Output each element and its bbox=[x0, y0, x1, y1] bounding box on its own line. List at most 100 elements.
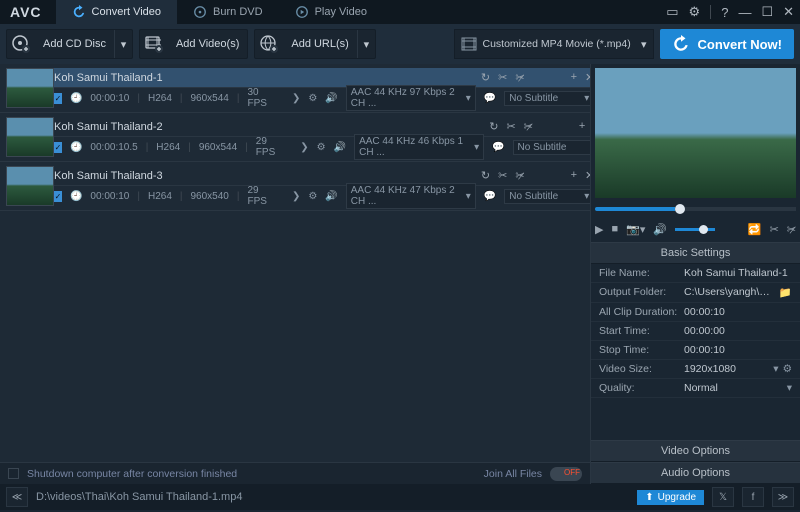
video-options-button[interactable]: Video Options bbox=[591, 440, 800, 462]
item-title: Koh Samui Thailand-2 bbox=[54, 121, 481, 133]
video-list: Koh Samui Thailand-1 ↻ ✂ ✂̷ + ✕ ✓ 🕘 bbox=[0, 64, 590, 484]
tune-icon[interactable]: ⚙ bbox=[308, 93, 317, 104]
basic-settings: File Name:Koh Samui Thailand-1 Output Fo… bbox=[591, 264, 800, 398]
upgrade-button[interactable]: ⬆Upgrade bbox=[637, 490, 704, 505]
expand-icon[interactable]: ❯ bbox=[292, 191, 300, 202]
add-urls-button[interactable]: Add URL(s) ▾ bbox=[254, 29, 375, 59]
cut-icon[interactable]: ✂ bbox=[506, 120, 515, 133]
stop-time-field[interactable]: 00:00:10 bbox=[684, 344, 792, 356]
chevron-down-icon[interactable]: ▾ bbox=[787, 382, 792, 394]
menu-icon[interactable]: ▭ bbox=[666, 4, 678, 20]
cut-icon[interactable]: ✂ bbox=[498, 169, 507, 182]
subtitle-select[interactable]: No Subtitle▾ bbox=[504, 189, 590, 204]
effects-icon[interactable]: ✂̷ bbox=[524, 120, 533, 133]
app-logo: AVC bbox=[10, 4, 42, 20]
disc-icon bbox=[193, 5, 207, 19]
cut-icon[interactable]: ✂ bbox=[498, 71, 507, 84]
list-item[interactable]: Koh Samui Thailand-2 ↻ ✂ ✂̷ + ✕ ✓ 🕘 bbox=[0, 113, 590, 162]
chevron-down-icon[interactable]: ▾ bbox=[773, 363, 778, 375]
snapshot-icon[interactable]: 📷▾ bbox=[626, 223, 645, 236]
tune-icon[interactable]: ⚙ bbox=[317, 142, 326, 153]
output-folder-field[interactable]: C:\Users\yangh\Videos... bbox=[684, 286, 775, 299]
thumbnail bbox=[6, 166, 54, 206]
loop-icon[interactable]: ↻ bbox=[481, 169, 490, 182]
add-icon[interactable]: + bbox=[571, 169, 577, 182]
checkbox[interactable]: ✓ bbox=[54, 191, 62, 202]
tab-label: Play Video bbox=[315, 6, 367, 18]
stop-icon[interactable]: ■ bbox=[611, 223, 618, 235]
volume-slider[interactable] bbox=[675, 228, 715, 231]
list-item[interactable]: Koh Samui Thailand-3 ↻ ✂ ✂̷ + ✕ ✓ 🕘 bbox=[0, 162, 590, 211]
effects-icon[interactable]: ✂̷ bbox=[515, 71, 524, 84]
checkbox[interactable]: ✓ bbox=[54, 142, 62, 153]
loop-icon[interactable]: 🔁 bbox=[748, 223, 762, 236]
main-tabs: Convert Video Burn DVD Play Video bbox=[56, 0, 667, 24]
loop-icon[interactable]: ↻ bbox=[489, 120, 498, 133]
tab-convert-video[interactable]: Convert Video bbox=[56, 0, 178, 24]
button-label: Add Video(s) bbox=[168, 38, 247, 50]
twitter-icon[interactable]: 𝕏 bbox=[712, 487, 734, 507]
audio-track-select[interactable]: AAC 44 KHz 46 Kbps 1 CH ...▾ bbox=[354, 134, 484, 160]
volume-icon[interactable]: 🔊 bbox=[653, 223, 667, 236]
duration: 00:00:10.5 bbox=[90, 142, 137, 153]
video-size-select[interactable]: 1920x1080 bbox=[684, 363, 769, 375]
expand-icon[interactable]: ❯ bbox=[300, 142, 308, 153]
help-icon[interactable]: ? bbox=[721, 5, 728, 20]
minimize-icon[interactable]: — bbox=[738, 5, 751, 20]
video-codec: H264 bbox=[156, 142, 180, 153]
trim-icon[interactable]: ✂̷ bbox=[787, 223, 796, 236]
subtitle-select[interactable]: No Subtitle▾ bbox=[513, 140, 590, 155]
prev-button[interactable]: ≪ bbox=[6, 487, 28, 507]
cut-icon[interactable]: ✂ bbox=[770, 223, 779, 236]
settings-icon[interactable]: ⚙ bbox=[689, 4, 701, 20]
add-videos-button[interactable]: Add Video(s) bbox=[139, 29, 248, 59]
add-icon[interactable]: + bbox=[571, 71, 577, 84]
globe-plus-icon bbox=[255, 34, 283, 54]
main-toolbar: Add CD Disc ▾ Add Video(s) Add URL(s) ▾ … bbox=[0, 24, 800, 64]
join-files-label: Join All Files bbox=[484, 468, 542, 480]
audio-track-select[interactable]: AAC 44 KHz 97 Kbps 2 CH ...▾ bbox=[346, 85, 476, 111]
tune-icon[interactable]: ⚙ bbox=[308, 191, 317, 202]
add-cd-disc-button[interactable]: Add CD Disc ▾ bbox=[6, 29, 133, 59]
audio-track-select[interactable]: AAC 44 KHz 47 Kbps 2 CH ...▾ bbox=[346, 183, 476, 209]
chevron-down-icon[interactable]: ▾ bbox=[357, 30, 375, 58]
convert-now-button[interactable]: Convert Now! bbox=[660, 29, 795, 59]
preview-image bbox=[595, 68, 796, 198]
list-item[interactable]: Koh Samui Thailand-1 ↻ ✂ ✂̷ + ✕ ✓ 🕘 bbox=[0, 64, 590, 113]
output-profile-select[interactable]: Customized MP4 Movie (*.mp4) ▾ bbox=[454, 29, 654, 59]
file-name-field[interactable]: Koh Samui Thailand-1 bbox=[684, 267, 792, 279]
facebook-icon[interactable]: f bbox=[742, 487, 764, 507]
maximize-icon[interactable]: ☐ bbox=[761, 4, 773, 20]
seek-bar[interactable] bbox=[595, 202, 796, 216]
subtitle-select[interactable]: No Subtitle▾ bbox=[504, 91, 590, 106]
thumbnail bbox=[6, 68, 54, 108]
refresh-icon bbox=[672, 35, 690, 53]
expand-icon[interactable]: ❯ bbox=[292, 93, 300, 104]
video-res: 960x544 bbox=[190, 93, 228, 104]
quality-select[interactable]: Normal bbox=[684, 382, 783, 394]
chevron-down-icon[interactable]: ▾ bbox=[114, 30, 132, 58]
tab-play-video[interactable]: Play Video bbox=[279, 0, 383, 24]
checkbox[interactable]: ✓ bbox=[54, 93, 62, 104]
video-fps: 29 FPS bbox=[256, 136, 280, 158]
button-label: Add CD Disc bbox=[35, 38, 114, 50]
prop-key: Output Folder: bbox=[599, 286, 684, 299]
close-icon[interactable]: ✕ bbox=[783, 4, 794, 20]
shutdown-checkbox[interactable] bbox=[8, 468, 19, 479]
add-icon[interactable]: + bbox=[579, 120, 585, 133]
play-icon[interactable]: ▶ bbox=[595, 223, 603, 236]
player-controls: ▶ ■ 📷▾ 🔊 🔁 ✂ ✂̷ bbox=[595, 218, 796, 240]
tab-label: Burn DVD bbox=[213, 6, 263, 18]
effects-icon[interactable]: ✂̷ bbox=[515, 169, 524, 182]
join-files-toggle[interactable] bbox=[550, 467, 582, 481]
main-area: Koh Samui Thailand-1 ↻ ✂ ✂̷ + ✕ ✓ 🕘 bbox=[0, 64, 800, 484]
loop-icon[interactable]: ↻ bbox=[481, 71, 490, 84]
next-button[interactable]: ≫ bbox=[772, 487, 794, 507]
preview-pane bbox=[595, 68, 796, 198]
subtitle-icon: 💬 bbox=[484, 191, 496, 202]
start-time-field[interactable]: 00:00:00 bbox=[684, 325, 792, 337]
tab-burn-dvd[interactable]: Burn DVD bbox=[177, 0, 279, 24]
gear-icon[interactable]: ⚙ bbox=[783, 363, 792, 375]
folder-icon[interactable]: 📁 bbox=[779, 286, 792, 299]
audio-options-button[interactable]: Audio Options bbox=[591, 462, 800, 484]
